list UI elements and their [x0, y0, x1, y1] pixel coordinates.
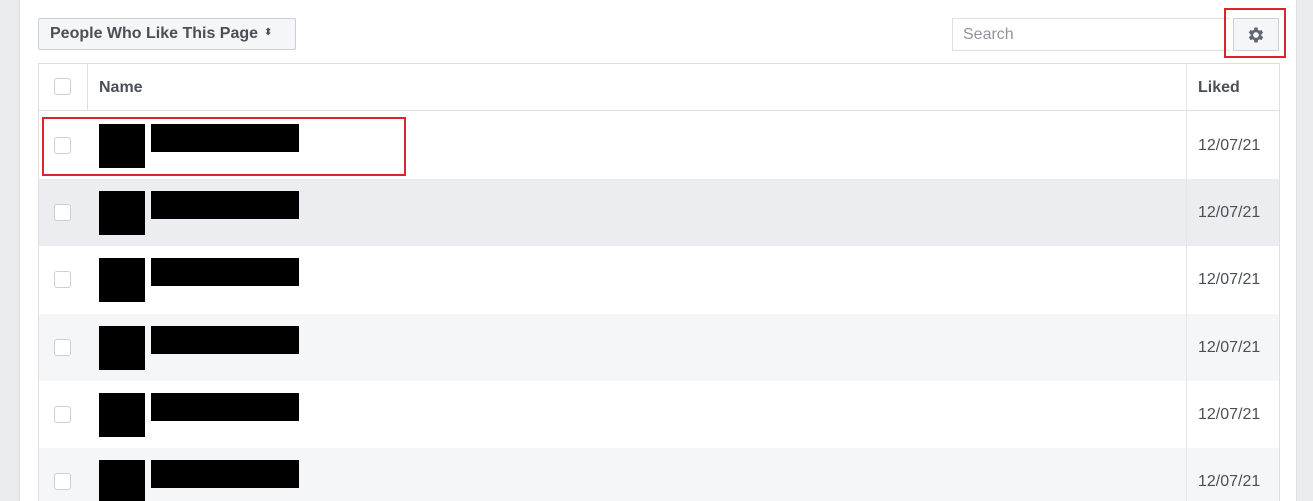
table-row[interactable]: 12/07/21: [39, 314, 1279, 381]
select-all-checkbox[interactable]: [54, 78, 71, 95]
row-checkbox[interactable]: [54, 473, 71, 490]
settings-button[interactable]: [1233, 18, 1279, 51]
row-checkbox[interactable]: [54, 204, 71, 221]
column-divider: [1186, 64, 1187, 501]
liked-date: 12/07/21: [1198, 406, 1261, 423]
row-checkbox[interactable]: [54, 137, 71, 154]
gear-icon: [1248, 27, 1264, 42]
avatar[interactable]: [99, 191, 145, 235]
liked-date: 12/07/21: [1198, 204, 1261, 221]
liked-date: 12/07/21: [1198, 339, 1261, 356]
table-row[interactable]: 12/07/21: [39, 179, 1279, 246]
column-header-name[interactable]: Name: [99, 64, 143, 111]
sort-caret-icon: ⬍: [264, 26, 273, 38]
table-header: Name Liked: [39, 64, 1279, 111]
avatar[interactable]: [99, 326, 145, 370]
audience-filter-label: People Who Like This Page: [50, 25, 259, 42]
row-checkbox[interactable]: [54, 271, 71, 288]
row-checkbox[interactable]: [54, 406, 71, 423]
person-name-redacted[interactable]: [151, 460, 299, 488]
likes-table: Name Liked 12/07/21 12/07/21 12/07/21 12…: [38, 63, 1280, 501]
person-name-redacted[interactable]: [151, 258, 299, 286]
table-row[interactable]: 12/07/21: [39, 381, 1279, 448]
person-name-redacted[interactable]: [151, 124, 299, 152]
person-name-redacted[interactable]: [151, 393, 299, 421]
table-row[interactable]: 12/07/21: [39, 112, 1279, 179]
table-row[interactable]: 12/07/21: [39, 246, 1279, 313]
page-likes-panel: People Who Like This Page ⬍ Name Liked 12…: [19, 0, 1297, 501]
liked-date: 12/07/21: [1198, 137, 1261, 154]
person-name-redacted[interactable]: [151, 326, 299, 354]
table-row[interactable]: 12/07/21: [39, 448, 1279, 501]
person-name-redacted[interactable]: [151, 191, 299, 219]
audience-filter-dropdown[interactable]: People Who Like This Page ⬍: [38, 18, 296, 50]
avatar[interactable]: [99, 124, 145, 168]
row-checkbox[interactable]: [54, 339, 71, 356]
liked-date: 12/07/21: [1198, 473, 1261, 490]
avatar[interactable]: [99, 393, 145, 437]
column-divider: [87, 64, 88, 111]
column-header-liked[interactable]: Liked: [1198, 64, 1240, 111]
avatar[interactable]: [99, 460, 145, 501]
avatar[interactable]: [99, 258, 145, 302]
search-input[interactable]: [952, 18, 1229, 51]
liked-date: 12/07/21: [1198, 271, 1261, 288]
